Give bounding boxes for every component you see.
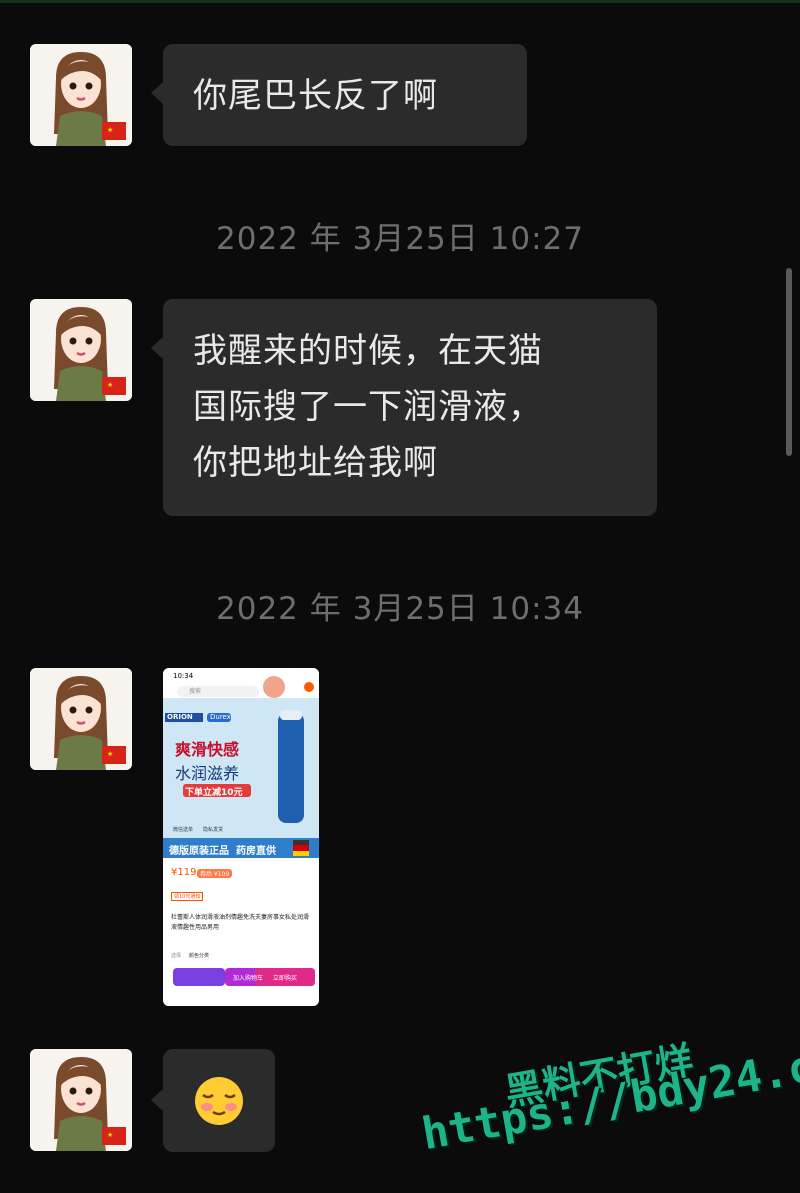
svg-text:★: ★ [107,381,113,389]
discount-price: 券后 ¥109 [197,869,233,878]
product-screenshot[interactable]: 10:34 搜索 ORION Durex 爽滑快感 水润滋养 下单立减10元 微… [163,668,319,1006]
promo-badge: 下单立减10元 [185,788,243,798]
svg-text:★: ★ [107,126,113,134]
message-bubble[interactable] [151,1049,275,1152]
option-value: 颜色分类 [189,953,210,959]
brand-orion: ORION [167,713,193,721]
status-time: 10:34 [173,672,194,680]
top-divider [0,0,800,3]
add-to-cart-button[interactable]: 加入购物车 [233,973,263,982]
message-bubble[interactable]: 你尾巴长反了啊 [151,44,527,146]
blush-face-icon [195,1077,243,1125]
product-title: 杜蕾斯人体润滑液油剂情趣免洗夫妻房事女私处润滑液情趣性用品男用 [171,914,310,931]
origin-banner: 德版原装正品 药房直供 [169,846,276,857]
avatar[interactable]: ★ [30,668,132,770]
scrollbar[interactable] [786,268,792,456]
feature-tag: 隐私发货 [203,827,224,833]
message-text-line: 国际搜了一下润滑液， [193,387,543,427]
timestamp: 2022 年 3月25日 10:27 [216,221,584,257]
message-text: 你尾巴长反了啊 [193,76,438,116]
timestamp: 2022 年 3月25日 10:34 [216,591,584,627]
svg-text:★: ★ [107,750,113,758]
feature-tag: 微信送单 [173,827,194,833]
search-input[interactable]: 搜索 [177,686,259,697]
option-label: 选择 [171,953,182,959]
avatar[interactable]: ★ [30,1049,132,1151]
product-headline: 爽滑快感 [175,740,240,759]
message-text-line: 我醒来的时候，在天猫 [193,331,543,371]
buy-now-button[interactable]: 立即购买 [273,973,297,982]
avatar[interactable]: ★ [30,44,132,146]
coupon-tag: 领10元通知 [171,892,204,901]
avatar[interactable]: ★ [30,299,132,401]
brand-durex: Durex [210,713,231,721]
product-subheadline: 水润滋养 [175,764,240,783]
message-bubble[interactable]: 我醒来的时候，在天猫 国际搜了一下润滑液， 你把地址给我啊 [151,299,657,516]
svg-text:★: ★ [107,1131,113,1139]
product-price: ¥119 [171,867,197,878]
message-text-line: 你把地址给我啊 [193,443,438,483]
